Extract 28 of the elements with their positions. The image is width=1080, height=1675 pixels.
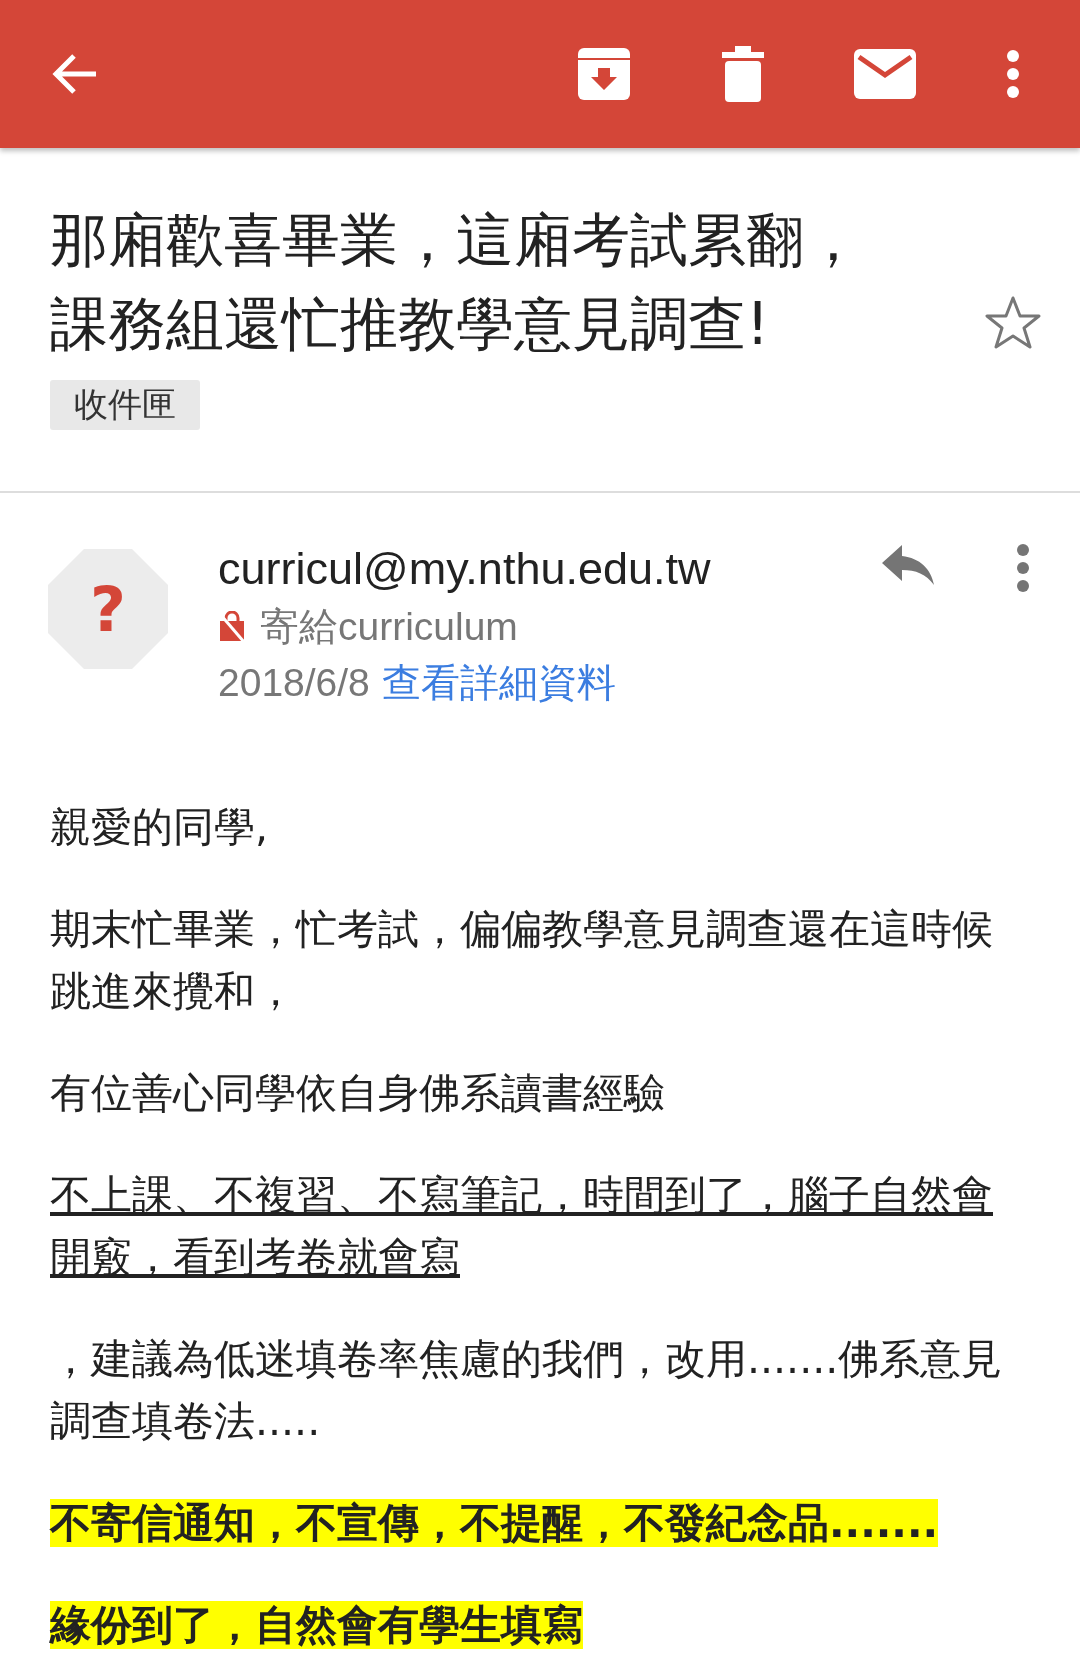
sender-address: curricul@my.nthu.edu.tw [218, 542, 712, 596]
email-subject: 那廂歡喜畢業，這廂考試累翻，課務組還忙推教學意見調查! [50, 205, 863, 360]
details-link[interactable]: 查看詳細資料 [381, 655, 616, 711]
more-icon [1016, 543, 1030, 593]
trash-icon [722, 46, 764, 102]
archive-button[interactable] [576, 46, 632, 102]
recipient-text: 寄給curriculum [260, 604, 518, 650]
highlighted-text: 緣份到了，自然會有學生填寫 [50, 1601, 583, 1649]
date-text: 2018/6/8 [218, 660, 370, 706]
more-button[interactable] [1006, 49, 1020, 99]
delete-button[interactable] [722, 46, 764, 102]
bag-icon [218, 611, 246, 643]
body-paragraph: 親愛的同學, [50, 802, 270, 853]
underlined-paragraph: 不上課、不複習、不寫筆記，時間到了，腦子自然會開竅，看到考卷就會寫 [50, 1170, 994, 1283]
body-paragraph: ，建議為低迷填卷率焦慮的我們，改用.......佛系意見調查填卷法..... [50, 1334, 1004, 1447]
star-icon [984, 295, 1042, 351]
reply-button[interactable] [880, 543, 936, 587]
body-paragraph: 期末忙畢業，忙考試，偏偏教學意見調查還在這時候跳進來攪和， [50, 904, 994, 1017]
envelope-icon [854, 49, 916, 99]
sender-avatar: ? [48, 549, 168, 669]
more-icon [1006, 49, 1020, 99]
highlighted-text: 不寄信通知，不宣傳，不提醒，不發紀念品....... [50, 1499, 939, 1547]
reply-icon [880, 543, 936, 587]
inbox-label: 收件匣 [50, 380, 200, 430]
mark-unread-button[interactable] [854, 49, 916, 99]
archive-icon [576, 46, 632, 102]
body-paragraph: 有位善心同學依自身佛系讀書經驗 [50, 1068, 666, 1119]
more-button[interactable] [1016, 543, 1030, 593]
